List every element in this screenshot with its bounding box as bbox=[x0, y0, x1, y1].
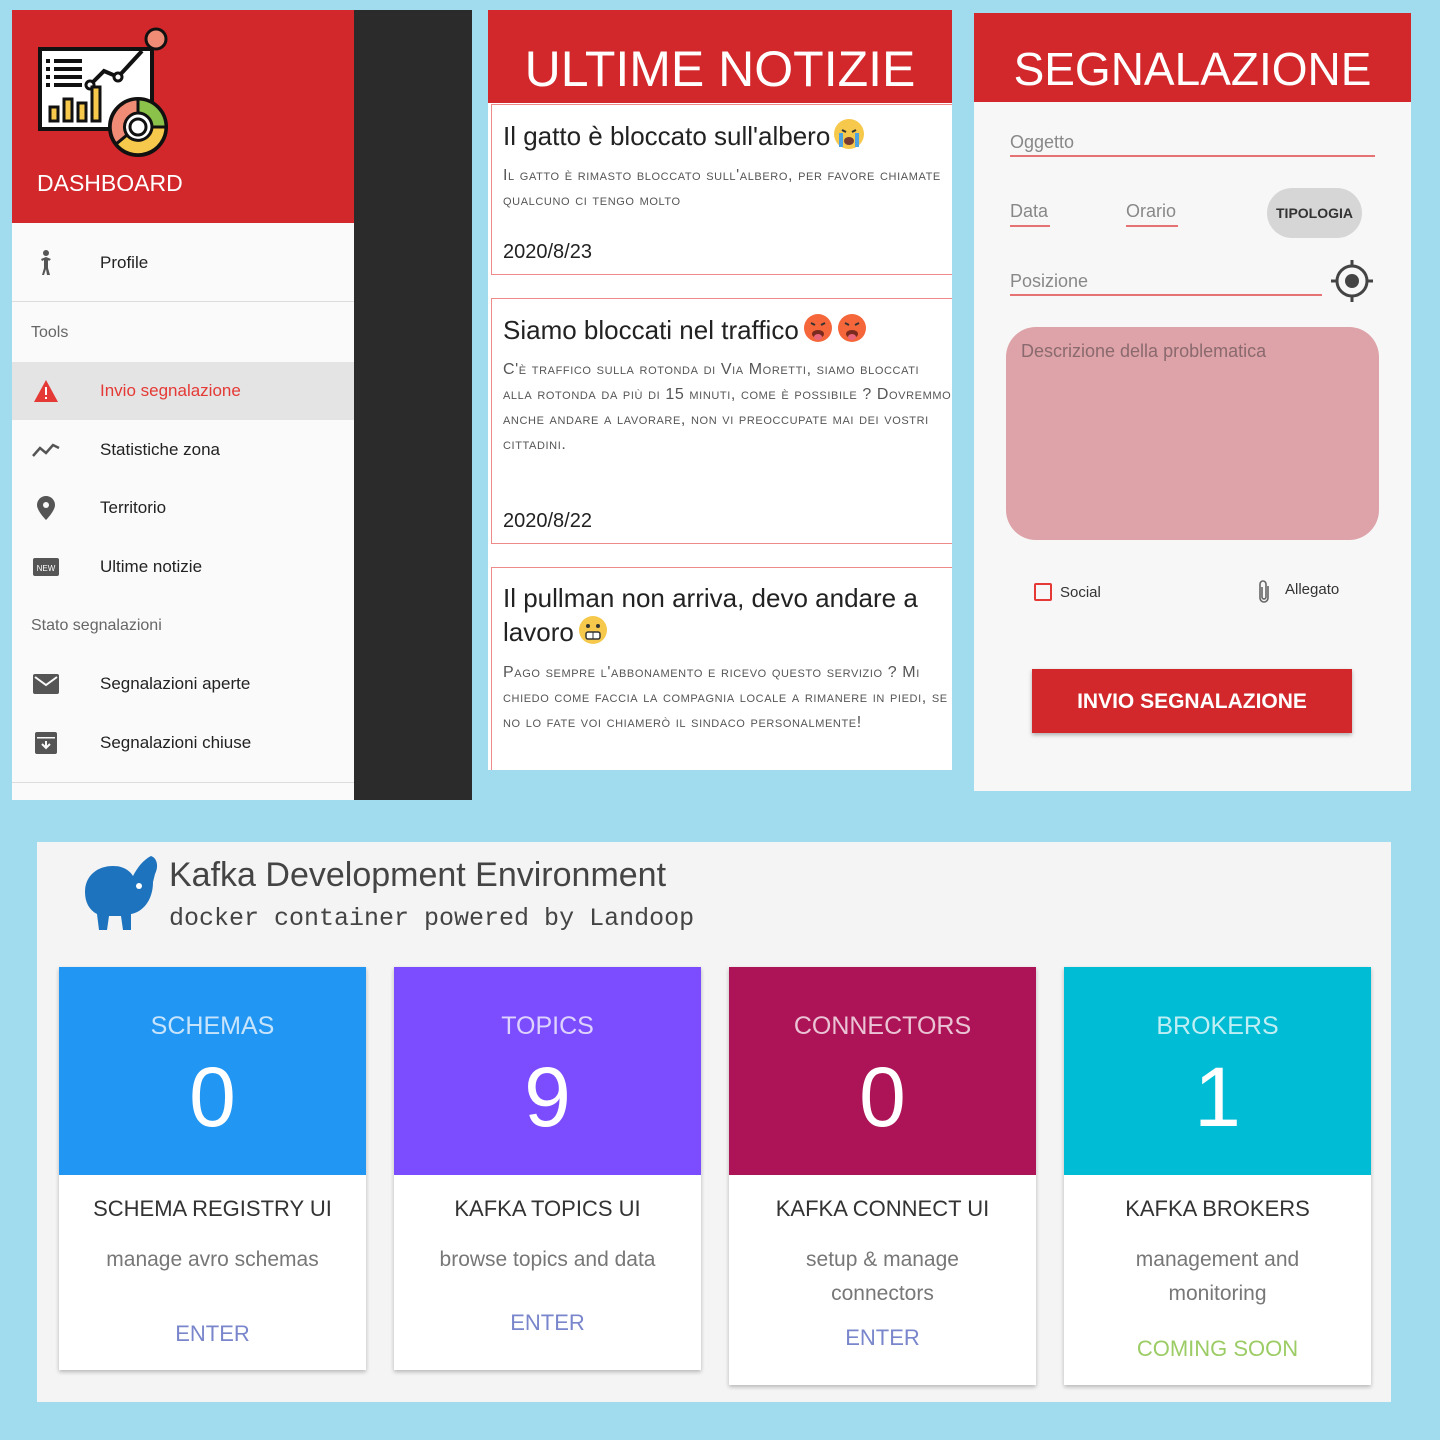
divider bbox=[12, 782, 354, 783]
card-description: management and monitoring bbox=[1135, 1248, 1300, 1305]
drawer-item-label: Profile bbox=[100, 253, 149, 272]
nauseated-face-icon bbox=[837, 313, 867, 343]
posizione-field[interactable]: Posizione bbox=[1010, 271, 1088, 292]
schemas-card: SCHEMAS 0 SCHEMA REGISTRY UI manage avro… bbox=[59, 967, 366, 1370]
card-name: KAFKA BROKERS bbox=[1125, 1196, 1310, 1221]
news-card[interactable]: Il pullman non arriva, devo andare a lav… bbox=[491, 567, 952, 770]
gps-target-icon[interactable] bbox=[1329, 258, 1375, 304]
card-label: CONNECTORS bbox=[793, 1012, 972, 1040]
drawer-item-invio-segnalazione[interactable]: Invio segnalazione bbox=[12, 362, 354, 420]
drawer-item-ultime-notizie[interactable]: NEW Ultime notizie bbox=[12, 538, 354, 596]
news-body: Pago sempre l'abbonamento e ricevo quest… bbox=[503, 664, 948, 731]
drawer-item-segnalazioni-aperte[interactable]: Segnalazioni aperte bbox=[12, 655, 354, 713]
navigation-drawer-screenshot: DASHBOARD Profile Tools Invio segnalazio… bbox=[12, 10, 472, 800]
card-description: manage avro schemas bbox=[106, 1248, 319, 1271]
card-description: browse topics and data bbox=[439, 1248, 656, 1271]
social-checkbox[interactable] bbox=[1034, 583, 1052, 601]
form-header: SEGNALAZIONE bbox=[974, 13, 1411, 102]
news-card[interactable]: Siamo bloccati nel traffico C'è traffico… bbox=[491, 298, 952, 544]
drawer-item-label: Invio segnalazione bbox=[100, 381, 241, 400]
drawer-item-segnalazioni-chiuse[interactable]: Segnalazioni chiuse bbox=[12, 714, 354, 772]
nauseated-face-icon bbox=[803, 313, 833, 343]
drawer-item-label: Segnalazioni chiuse bbox=[100, 733, 252, 752]
card-label: TOPICS bbox=[501, 1012, 594, 1040]
drawer-item-label: Statistiche zona bbox=[100, 440, 221, 459]
description-placeholder: Descrizione della problematica bbox=[1021, 341, 1267, 361]
social-label: Social bbox=[1060, 584, 1101, 601]
drawer-item-territorio[interactable]: Territorio bbox=[12, 479, 354, 537]
news-date: 2020/8/22 bbox=[503, 510, 592, 532]
drawer-item-label: Ultime notizie bbox=[100, 557, 203, 576]
orario-field[interactable]: Orario bbox=[1126, 201, 1176, 222]
drawer-item-statistiche-zona[interactable]: Statistiche zona bbox=[12, 421, 354, 479]
location-pin-icon bbox=[31, 493, 61, 523]
navigation-drawer: DASHBOARD Profile Tools Invio segnalazio… bbox=[12, 10, 354, 800]
enter-button[interactable]: ENTER bbox=[59, 1321, 366, 1347]
kafka-dashboard-screenshot: Kafka Development Environment docker con… bbox=[37, 842, 1391, 1402]
divider bbox=[12, 301, 354, 302]
drawer-header: DASHBOARD bbox=[12, 10, 354, 223]
report-form-screenshot: SEGNALAZIONE Oggetto Data Orario TIPOLOG… bbox=[974, 13, 1411, 791]
orario-underline bbox=[1126, 225, 1178, 227]
dashboard-logo-icon bbox=[38, 27, 168, 157]
tipologia-button[interactable]: TIPOLOGIA bbox=[1267, 188, 1362, 238]
section-header-tools: Tools bbox=[31, 324, 69, 341]
card-name: KAFKA TOPICS UI bbox=[454, 1196, 641, 1221]
oggetto-underline bbox=[1010, 155, 1375, 157]
drawer-title: DASHBOARD bbox=[37, 170, 183, 196]
mail-icon bbox=[31, 669, 61, 699]
news-title: Il pullman non arriva, devo andare a lav… bbox=[503, 583, 918, 647]
posizione-underline bbox=[1010, 294, 1322, 296]
card-label: SCHEMAS bbox=[150, 1012, 275, 1040]
card-count: 9 bbox=[524, 1050, 571, 1144]
crying-face-icon bbox=[834, 119, 865, 149]
trending-icon bbox=[31, 435, 61, 465]
news-body: Il gatto è rimasto bloccato sull'albero,… bbox=[503, 167, 941, 209]
topics-card: TOPICS 9 KAFKA TOPICS UI browse topics a… bbox=[394, 967, 701, 1370]
card-count: 1 bbox=[1194, 1050, 1241, 1144]
person-walking-icon bbox=[31, 248, 61, 278]
grimacing-face-icon bbox=[578, 615, 608, 645]
card-header: CONNECTORS 0 bbox=[729, 967, 1036, 1175]
news-title: Il gatto è bloccato sull'albero bbox=[503, 119, 865, 153]
coming-soon-label: COMING SOON bbox=[1136, 1336, 1299, 1361]
news-body: C'è traffico sulla rotonda di Via Morett… bbox=[503, 361, 952, 453]
elephant-logo-icon bbox=[85, 856, 158, 930]
news-title: Siamo bloccati nel traffico bbox=[503, 313, 867, 347]
card-description: setup & manage connectors bbox=[806, 1248, 959, 1305]
data-underline bbox=[1010, 225, 1050, 227]
svg-text:NEW: NEW bbox=[37, 564, 56, 573]
warning-icon bbox=[31, 376, 61, 406]
brokers-card: BROKERS 1 KAFKA BROKERS management and m… bbox=[1064, 967, 1371, 1385]
description-textarea[interactable]: Descrizione della problematica bbox=[1006, 327, 1379, 540]
paperclip-icon[interactable] bbox=[1256, 579, 1272, 605]
card-label: BROKERS bbox=[1156, 1012, 1279, 1040]
section-header-stato: Stato segnalazioni bbox=[31, 617, 162, 634]
submit-report-button[interactable]: INVIO SEGNALAZIONE bbox=[1032, 669, 1352, 733]
card-header: SCHEMAS 0 bbox=[59, 967, 366, 1175]
archive-icon bbox=[31, 728, 61, 758]
card-header: TOPICS 9 bbox=[394, 967, 701, 1175]
kafka-title: Kafka Development Environment bbox=[169, 856, 667, 894]
allegato-label[interactable]: Allegato bbox=[1285, 581, 1339, 598]
kafka-subtitle: docker container powered by Landoop bbox=[169, 904, 695, 933]
card-name: KAFKA CONNECT UI bbox=[775, 1196, 990, 1221]
card-count: 0 bbox=[189, 1050, 236, 1144]
connectors-card: CONNECTORS 0 KAFKA CONNECT UI setup & ma… bbox=[729, 967, 1036, 1385]
news-date: 2020/8/23 bbox=[503, 241, 592, 263]
news-card[interactable]: Il gatto è bloccato sull'albero Il gatto… bbox=[491, 104, 952, 275]
drawer-item-label: Territorio bbox=[100, 498, 167, 517]
oggetto-field[interactable]: Oggetto bbox=[1010, 132, 1074, 153]
enter-button[interactable]: ENTER bbox=[729, 1325, 1036, 1351]
card-count: 0 bbox=[859, 1050, 906, 1144]
news-screenshot: ULTIME NOTIZIE Il gatto è bloccato sull'… bbox=[488, 10, 952, 770]
news-header: ULTIME NOTIZIE bbox=[488, 10, 952, 103]
card-name: SCHEMA REGISTRY UI bbox=[93, 1196, 332, 1221]
data-field[interactable]: Data bbox=[1010, 201, 1048, 222]
drawer-item-profile[interactable]: Profile bbox=[12, 234, 354, 292]
drawer-item-label: Segnalazioni aperte bbox=[100, 674, 251, 693]
card-header: BROKERS 1 bbox=[1064, 967, 1371, 1175]
enter-button[interactable]: ENTER bbox=[394, 1310, 701, 1336]
new-badge-icon: NEW bbox=[31, 552, 61, 582]
